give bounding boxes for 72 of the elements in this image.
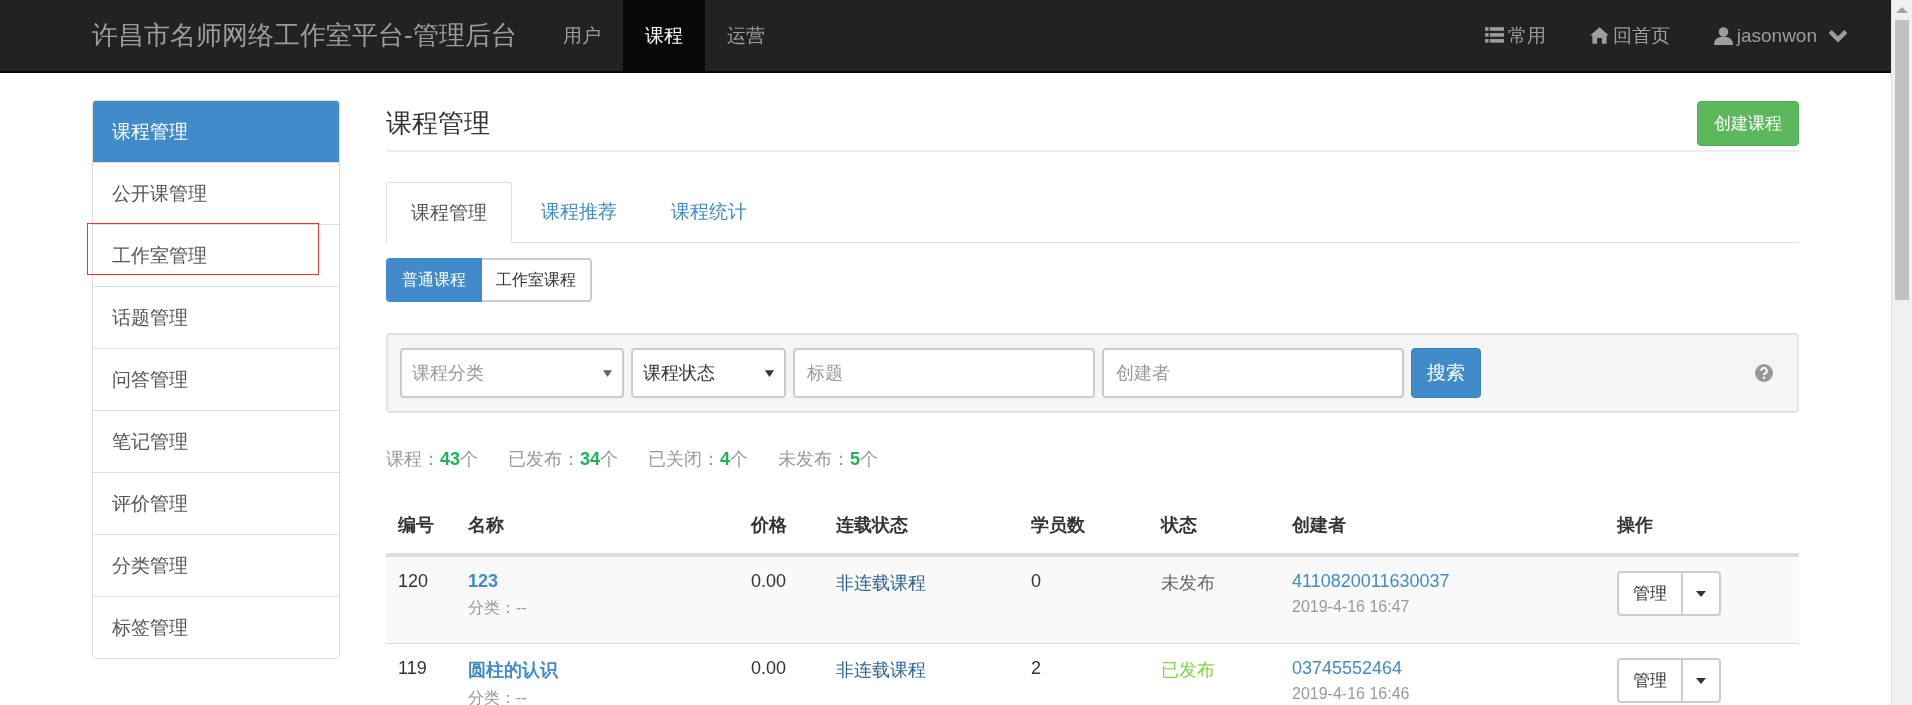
dropdown-button[interactable] bbox=[1683, 658, 1721, 703]
column-header: 状态 bbox=[1161, 515, 1197, 535]
tab[interactable]: 课程统计 bbox=[646, 182, 772, 242]
chevron-down-icon bbox=[1829, 28, 1847, 43]
column-header: 操作 bbox=[1617, 515, 1653, 535]
status-text: 已发布 bbox=[1161, 660, 1215, 680]
column-header: 学员数 bbox=[1031, 515, 1085, 535]
sidebar-item[interactable]: 问答管理 bbox=[93, 349, 339, 411]
nav-link[interactable]: 用户 bbox=[540, 0, 623, 72]
toggle-button[interactable]: 普通课程 bbox=[386, 258, 482, 302]
table-cell: 0 bbox=[1031, 571, 1041, 591]
stat-text: 已发布：34个 bbox=[508, 448, 619, 471]
column-header: 价格 bbox=[751, 515, 787, 535]
creator-link[interactable]: 03745552464 bbox=[1292, 658, 1403, 679]
caret-icon bbox=[1696, 590, 1706, 597]
manage-button[interactable]: 管理 bbox=[1617, 658, 1683, 703]
table-cell: 119 bbox=[398, 658, 427, 678]
category-text: 分类：-- bbox=[468, 598, 527, 619]
table-cell: 非连载课程 bbox=[836, 573, 926, 593]
title-input[interactable]: 标题 bbox=[793, 348, 1095, 398]
nav-link[interactable]: 课程 bbox=[622, 0, 705, 72]
table-cell: 120 bbox=[398, 571, 429, 591]
creator-link[interactable]: 4110820011630037 bbox=[1292, 571, 1450, 592]
table-cell: 0.00 bbox=[751, 658, 787, 678]
stat-text: 课程：43个 bbox=[386, 448, 479, 471]
status-text: 未发布 bbox=[1161, 573, 1215, 593]
column-header: 连载状态 bbox=[836, 515, 908, 535]
creator-input[interactable]: 创建者 bbox=[1102, 348, 1404, 398]
dropdown-arrow-icon bbox=[603, 369, 612, 377]
sidebar-item[interactable]: 评价管理 bbox=[93, 473, 339, 535]
tab[interactable]: 课程推荐 bbox=[516, 182, 642, 242]
scrollbar[interactable] bbox=[1891, 0, 1912, 705]
nav-link[interactable]: jasonwon bbox=[1713, 24, 1847, 47]
sidebar-item[interactable]: 公开课管理 bbox=[93, 163, 339, 225]
dropdown-arrow-icon bbox=[765, 369, 774, 377]
toggle-button[interactable]: 工作室课程 bbox=[482, 258, 592, 302]
scroll-up-icon[interactable] bbox=[1896, 7, 1908, 13]
sidebar-item[interactable]: 笔记管理 bbox=[93, 411, 339, 473]
stat-text: 未发布：5个 bbox=[778, 448, 879, 471]
nav-link[interactable]: 常用 bbox=[1484, 22, 1546, 49]
help-icon[interactable] bbox=[1755, 364, 1773, 382]
user-icon bbox=[1713, 26, 1733, 45]
manage-button[interactable]: 管理 bbox=[1617, 571, 1683, 616]
column-header: 名称 bbox=[468, 515, 504, 535]
brand-title[interactable]: 许昌市名师网络工作室平台-管理后台 bbox=[92, 18, 517, 53]
course-link[interactable]: 圆柱的认识 bbox=[468, 658, 558, 682]
date-text: 2019-4-16 16:46 bbox=[1292, 685, 1410, 703]
home-icon bbox=[1589, 26, 1609, 45]
table-cell: 非连载课程 bbox=[836, 660, 926, 680]
table-cell: 2 bbox=[1031, 658, 1041, 678]
sidebar-item[interactable]: 工作室管理 bbox=[93, 225, 339, 287]
list-icon bbox=[1484, 26, 1504, 45]
table-cell: 0.00 bbox=[751, 571, 787, 591]
page-title: 课程管理 bbox=[386, 106, 490, 140]
sidebar-item[interactable]: 标签管理 bbox=[93, 597, 339, 658]
scrollbar-thumb[interactable] bbox=[1895, 20, 1909, 300]
date-text: 2019-4-16 16:47 bbox=[1292, 598, 1410, 616]
category-text: 分类：-- bbox=[468, 688, 527, 705]
sidebar-item[interactable]: 课程管理 bbox=[93, 101, 339, 163]
nav-link[interactable]: 运营 bbox=[704, 0, 787, 72]
course-link[interactable]: 123 bbox=[468, 571, 499, 592]
sidebar-item[interactable]: 分类管理 bbox=[93, 535, 339, 597]
search-button[interactable]: 搜索 bbox=[1411, 348, 1481, 398]
tab[interactable]: 课程管理 bbox=[386, 182, 512, 243]
status-select[interactable]: 课程状态 bbox=[631, 348, 786, 398]
column-header: 编号 bbox=[398, 515, 434, 535]
stat-text: 已关闭：4个 bbox=[648, 448, 749, 471]
nav-link[interactable]: 回首页 bbox=[1589, 22, 1670, 49]
column-header: 创建者 bbox=[1292, 515, 1346, 535]
caret-icon bbox=[1696, 677, 1706, 684]
dropdown-button[interactable] bbox=[1683, 571, 1721, 616]
sidebar-item[interactable]: 话题管理 bbox=[93, 287, 339, 349]
